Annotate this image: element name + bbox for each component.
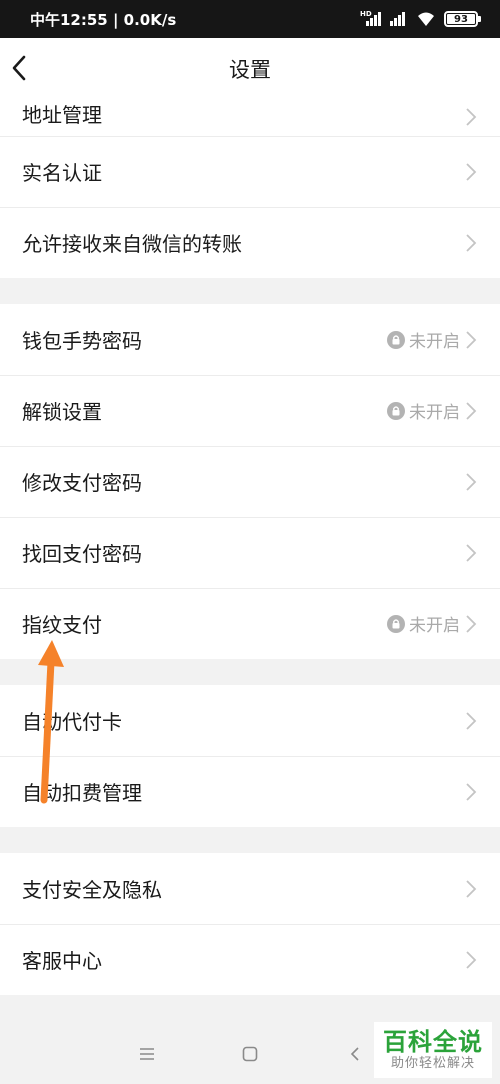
group-divider	[0, 659, 500, 685]
chevron-right-icon	[464, 710, 478, 732]
status-bar: 中午12:55 | 0.0K/s HD 93	[0, 0, 500, 38]
nav-header: 设置	[0, 38, 500, 100]
setting-label: 允许接收来自微信的转账	[22, 232, 242, 256]
setting-row-gesture-password[interactable]: 钱包手势密码 未开启	[0, 304, 500, 375]
lock-icon	[387, 614, 405, 633]
group-divider	[0, 278, 500, 304]
settings-group-account: 地址管理 实名认证 允许接收来自微信的转账	[0, 100, 500, 278]
chevron-right-icon	[464, 106, 478, 128]
system-back-button[interactable]	[335, 1034, 375, 1074]
chevron-right-icon	[464, 329, 478, 351]
hd-signal-icon: HD	[360, 10, 381, 26]
setting-label: 修改支付密码	[22, 471, 142, 495]
watermark-logo: 百科全说 助你轻松解决	[374, 1022, 492, 1078]
back-button[interactable]	[4, 46, 34, 90]
setting-status: 未开启	[387, 398, 460, 423]
setting-status-text: 未开启	[409, 332, 460, 352]
setting-row-auto-proxy-card[interactable]: 自动代付卡	[0, 685, 500, 756]
setting-row-recover-pay-password[interactable]: 找回支付密码	[0, 517, 500, 588]
setting-row-wechat-transfer[interactable]: 允许接收来自微信的转账	[0, 207, 500, 278]
page-title: 设置	[229, 58, 271, 82]
setting-label: 支付安全及隐私	[22, 878, 162, 902]
watermark-title: 百科全说	[383, 1028, 483, 1056]
settings-group-help: 支付安全及隐私 客服中心	[0, 853, 500, 995]
setting-status: 未开启	[387, 327, 460, 352]
setting-row-real-name[interactable]: 实名认证	[0, 136, 500, 207]
setting-label: 指纹支付	[22, 613, 102, 637]
chevron-right-icon	[464, 949, 478, 971]
chevron-right-icon	[464, 781, 478, 803]
setting-label: 自动代付卡	[22, 710, 122, 734]
setting-label: 自动扣费管理	[22, 781, 142, 805]
home-icon	[242, 1046, 258, 1062]
settings-group-security: 钱包手势密码 未开启 解锁设置 未开启 修改支付密码 找回支付密码 指纹支付 未…	[0, 304, 500, 659]
setting-row-customer-service[interactable]: 客服中心	[0, 924, 500, 995]
settings-list: 地址管理 实名认证 允许接收来自微信的转账 钱包手势密码 未开启 解锁设置 未开…	[0, 100, 500, 995]
setting-label: 解锁设置	[22, 400, 102, 424]
settings-group-auto-pay: 自动代付卡 自动扣费管理	[0, 685, 500, 827]
battery-level: 93	[447, 14, 475, 25]
home-button[interactable]	[230, 1034, 270, 1074]
menu-icon	[140, 1048, 154, 1060]
setting-status: 未开启	[387, 611, 460, 636]
setting-label: 客服中心	[22, 949, 102, 973]
setting-label: 地址管理	[22, 103, 102, 127]
setting-row-unlock[interactable]: 解锁设置 未开启	[0, 375, 500, 446]
setting-row-change-pay-password[interactable]: 修改支付密码	[0, 446, 500, 517]
setting-label: 钱包手势密码	[22, 329, 142, 353]
chevron-right-icon	[464, 613, 478, 635]
watermark-subtitle: 助你轻松解决	[390, 1056, 475, 1071]
back-arrow-icon	[12, 55, 26, 81]
setting-row-security-privacy[interactable]: 支付安全及隐私	[0, 853, 500, 924]
setting-status-text: 未开启	[409, 403, 460, 423]
chevron-right-icon	[464, 400, 478, 422]
back-triangle-icon	[350, 1047, 359, 1061]
battery-icon: 93	[444, 11, 481, 27]
chevron-right-icon	[464, 161, 478, 183]
status-time-speed: 中午12:55 | 0.0K/s	[30, 10, 177, 29]
menu-button[interactable]	[127, 1034, 167, 1074]
chevron-right-icon	[464, 542, 478, 564]
group-divider	[0, 827, 500, 853]
setting-label: 找回支付密码	[22, 542, 142, 566]
setting-row-fingerprint-pay[interactable]: 指纹支付 未开启	[0, 588, 500, 659]
setting-row-auto-deduction[interactable]: 自动扣费管理	[0, 756, 500, 827]
chevron-right-icon	[464, 232, 478, 254]
chevron-right-icon	[464, 878, 478, 900]
status-icons: HD 93	[360, 10, 481, 27]
setting-status-text: 未开启	[409, 616, 460, 636]
cell-signal-icon	[388, 12, 408, 26]
lock-icon	[387, 401, 405, 420]
lock-icon	[387, 330, 405, 349]
setting-label: 实名认证	[22, 161, 102, 185]
wifi-icon	[416, 11, 436, 27]
setting-row-address[interactable]: 地址管理	[0, 100, 500, 136]
chevron-right-icon	[464, 471, 478, 493]
